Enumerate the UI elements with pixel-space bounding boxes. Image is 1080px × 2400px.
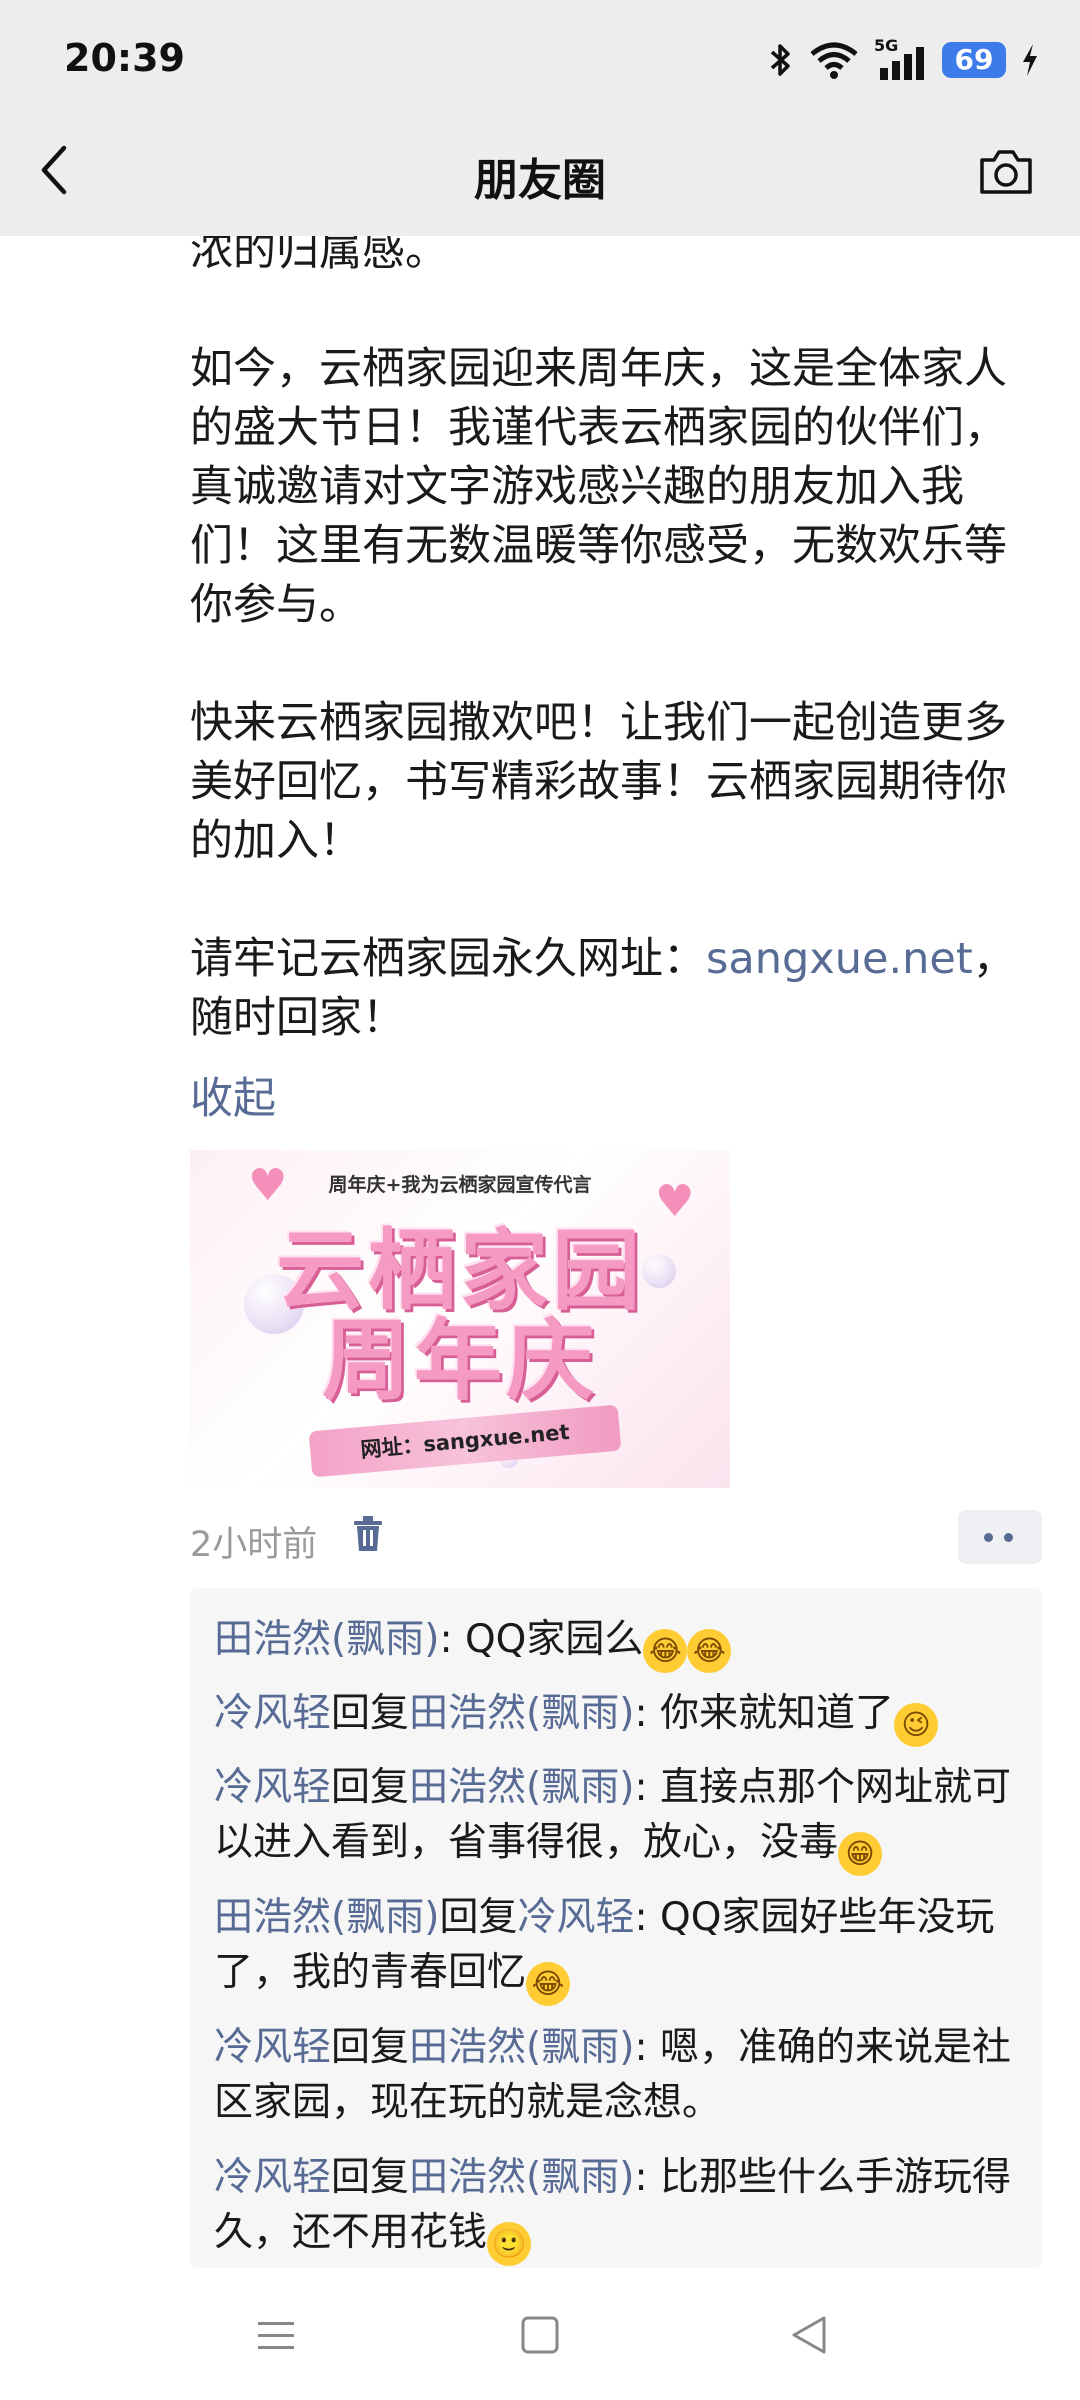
reply-word: 回复 — [331, 2025, 410, 2070]
more-actions-button[interactable] — [958, 1510, 1042, 1564]
reply-word: 回复 — [331, 2155, 410, 2200]
reply-word: 回复 — [331, 1765, 410, 1810]
smile-emoji-icon: 🙂 — [487, 2222, 532, 2266]
comment-reply-to[interactable]: 田浩然(飘雨) — [409, 1765, 634, 1810]
comment-item[interactable]: 田浩然(飘雨): QQ家园么 😂 😂 — [214, 1612, 1022, 1673]
post-image[interactable]: ♥ ♥ 周年庆+我为云栖家园宣传代言 云栖家园 周年庆 网址：sangxue.n… — [190, 1150, 730, 1488]
trash-icon[interactable] — [350, 1514, 386, 1554]
comment-item[interactable]: 冷风轻回复田浩然(飘雨): 直接点那个网址就可以进入看到，省事得很，放心，没毒 😁 — [214, 1760, 1022, 1876]
bluetooth-icon — [770, 44, 790, 76]
address-prefix: 请牢记云栖家园永久网址： — [190, 934, 706, 984]
comment-text: : 你来就知道了 — [634, 1691, 895, 1736]
laugh-cry-emoji-icon: 😂 — [643, 1629, 688, 1673]
comment-item[interactable]: 冷风轻回复田浩然(飘雨): 嗯，准确的来说是社区家园，现在玩的就是念想。 — [214, 2020, 1022, 2130]
comment-item[interactable]: 冷风轻回复田浩然(飘雨): 比那些什么手游玩得久，还不用花钱 🙂 — [214, 2150, 1022, 2266]
comment-reply-to[interactable]: 田浩然(飘雨) — [409, 1691, 634, 1736]
reply-word: 回复 — [331, 1691, 410, 1736]
comment-author[interactable]: 田浩然(飘雨) — [214, 1895, 439, 1940]
dot-icon — [1004, 1533, 1013, 1542]
comment-text: : QQ家园么 — [439, 1617, 644, 1662]
5g-signal-icon: 5G — [874, 38, 928, 82]
comment-item[interactable]: 田浩然(飘雨)回复冷风轻: QQ家园好些年没玩了，我的青春回忆 😂 — [214, 1890, 1022, 2006]
reply-word: 回复 — [439, 1895, 518, 1940]
comment-author[interactable]: 冷风轻 — [214, 1765, 331, 1810]
camera-icon[interactable] — [976, 146, 1036, 198]
wifi-icon — [810, 42, 858, 79]
page-title: 朋友圈 — [474, 155, 606, 206]
post-paragraph: 如今，云栖家园迎来周年庆，这是全体家人的盛大节日！我谨代表云栖家园的伙伴们，真诚… — [190, 344, 1007, 630]
comment-item[interactable]: 冷风轻回复田浩然(飘雨): 你来就知道了 😉 — [214, 1686, 1022, 1747]
status-icons: 5G 69 — [768, 38, 1040, 82]
menu-icon[interactable] — [246, 2310, 306, 2360]
collapse-link[interactable]: 收起 — [190, 1064, 276, 1126]
comment-author[interactable]: 田浩然(飘雨) — [214, 1617, 439, 1662]
image-title-line2: 周年庆 — [321, 1309, 598, 1412]
comment-author[interactable]: 冷风轻 — [214, 2155, 331, 2200]
back-triangle-icon[interactable] — [780, 2310, 840, 2360]
wink-emoji-icon: 😉 — [894, 1703, 939, 1747]
dot-icon — [984, 1533, 993, 1542]
home-square-icon[interactable] — [510, 2310, 570, 2360]
grin-emoji-icon: 😁 — [838, 1832, 883, 1876]
charging-bolt-icon — [1023, 44, 1037, 76]
post-body: 浓的归属感。 如今，云栖家园迎来周年庆，这是全体家人的盛大节日！我谨代表云栖家园… — [190, 222, 1030, 1048]
laugh-cry-emoji-icon: 😂 — [687, 1629, 732, 1673]
comment-reply-to[interactable]: 田浩然(飘雨) — [409, 2155, 634, 2200]
laugh-cry-emoji-icon: 😂 — [526, 1962, 571, 2006]
status-time: 20:39 — [64, 36, 185, 80]
system-nav-bar — [0, 2270, 1080, 2400]
post-address-paragraph: 请牢记云栖家园永久网址：sangxue.net，随时回家！ — [190, 930, 1030, 1048]
battery-indicator: 69 — [942, 42, 1006, 78]
comment-reply-to[interactable]: 冷风轻 — [517, 1895, 634, 1940]
post-paragraph: 快来云栖家园撒欢吧！让我们一起创造更多美好回忆，书写精彩故事！云栖家园期待你的加… — [190, 698, 1007, 866]
comments-panel: 田浩然(飘雨): QQ家园么 😂 😂 冷风轻回复田浩然(飘雨): 你来就知道了 😉 冷… — [190, 1588, 1042, 2268]
comment-reply-to[interactable]: 田浩然(飘雨) — [409, 2025, 634, 2070]
top-bar: 20:39 5G 69 朋友圈 — [0, 0, 1080, 236]
address-link[interactable]: sangxue.net — [706, 934, 973, 984]
image-caption: 周年庆+我为云栖家园宣传代言 — [328, 1174, 592, 1196]
comment-author[interactable]: 冷风轻 — [214, 2025, 331, 2070]
comment-author[interactable]: 冷风轻 — [214, 1691, 331, 1736]
post-time: 2小时前 — [190, 1525, 318, 1565]
